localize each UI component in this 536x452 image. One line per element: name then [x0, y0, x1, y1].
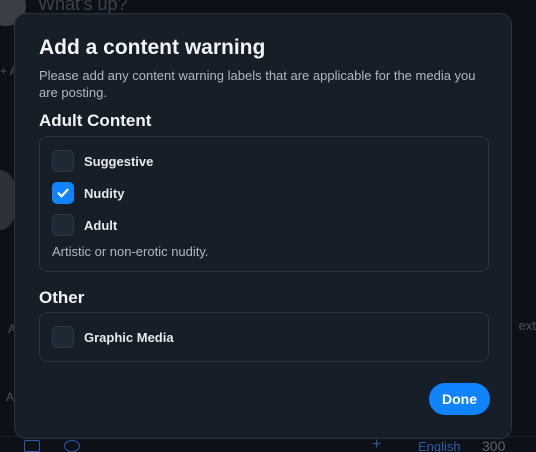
- option-label: Nudity: [84, 185, 125, 201]
- dialog-description: Please add any content warning labels th…: [39, 68, 476, 100]
- option-adult[interactable]: Adult: [52, 213, 117, 237]
- option-graphic-media[interactable]: Graphic Media: [52, 325, 174, 349]
- option-suggestive[interactable]: Suggestive: [52, 149, 153, 173]
- emoji-icon: [64, 440, 80, 452]
- other-heading: Other: [39, 288, 85, 307]
- bg-alt-glyph: A: [6, 390, 15, 404]
- selection-hint: Artistic or non-erotic nudity.: [52, 244, 209, 259]
- nudity-checkbox[interactable]: [52, 182, 74, 204]
- adult-content-heading: Adult Content: [39, 111, 152, 130]
- content-warning-dialog: Add a content warning Please add any con…: [14, 13, 512, 439]
- dialog-title: Add a content warning: [39, 36, 266, 59]
- suggestive-checkbox[interactable]: [52, 150, 74, 172]
- option-nudity[interactable]: Nudity: [52, 181, 124, 205]
- adult-content-group: Suggestive Nudity Adult Artistic or non-…: [39, 136, 489, 272]
- done-button[interactable]: Done: [429, 383, 490, 415]
- other-group: Graphic Media: [39, 312, 489, 362]
- gif-icon: [24, 440, 40, 452]
- option-label: Graphic Media: [84, 329, 174, 345]
- adult-checkbox[interactable]: [52, 214, 74, 236]
- bg-text-fragment: ext: [518, 318, 536, 333]
- graphic-media-checkbox[interactable]: [52, 326, 74, 348]
- checkmark-icon: [57, 188, 69, 198]
- language-selector: English: [418, 439, 461, 452]
- option-label: Suggestive: [84, 153, 154, 169]
- option-label: Adult: [84, 217, 118, 233]
- char-count: 300: [482, 438, 506, 452]
